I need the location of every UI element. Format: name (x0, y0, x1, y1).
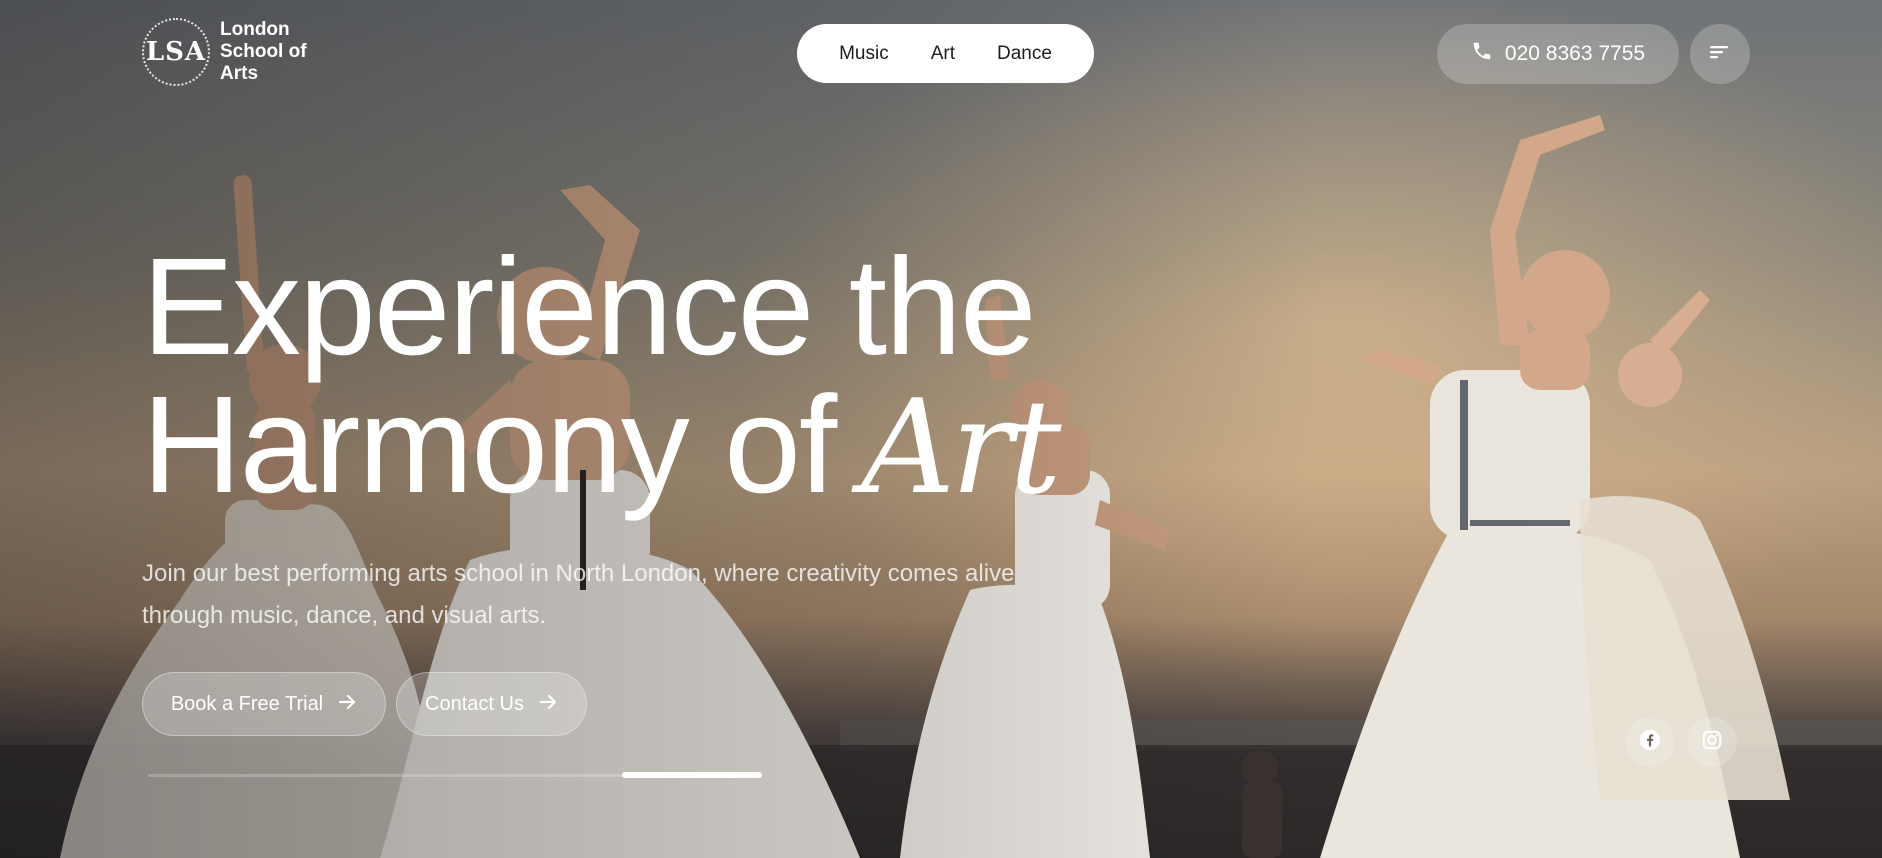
menu-lines-icon (1710, 44, 1730, 65)
phone-number: 020 8363 7755 (1504, 42, 1646, 65)
phone-icon (1471, 40, 1493, 68)
main-nav: Music Art Dance (797, 24, 1094, 83)
subtext-line-1: Join our best performing arts school in … (142, 560, 1015, 587)
hero-section: LSA London School of Arts Music Art Danc… (0, 0, 1882, 858)
menu-button[interactable] (1690, 24, 1750, 84)
facebook-button[interactable] (1625, 717, 1675, 767)
book-free-trial-button[interactable]: Book a Free Trial (142, 672, 386, 736)
headline-accent: Art (861, 371, 1061, 523)
nav-item-music[interactable]: Music (839, 43, 889, 65)
logo-mark: LSA (142, 18, 210, 86)
phone-button[interactable]: 020 8363 7755 (1437, 24, 1679, 84)
contact-us-label: Contact Us (425, 692, 524, 715)
nav-item-dance[interactable]: Dance (997, 43, 1052, 65)
logo-name: London School of Arts (220, 19, 307, 85)
nav-item-art[interactable]: Art (931, 43, 955, 65)
headline-line-1: Experience the (142, 230, 1037, 384)
instagram-button[interactable] (1687, 717, 1737, 767)
subtext-line-2: through music, dance, and visual arts. (142, 602, 547, 629)
arrow-right-icon (539, 693, 558, 716)
headline-line-2: Harmony of Art (142, 376, 1062, 516)
headline-text: Harmony of (142, 368, 837, 522)
logo-name-line: Arts (220, 63, 259, 84)
facebook-icon (1639, 729, 1661, 756)
slider-progress-indicator (622, 772, 762, 778)
hero-headline: Experience the Harmony of Art (142, 230, 1062, 516)
hero-subtext: Join our best performing arts school in … (142, 553, 1102, 637)
logo[interactable]: LSA London School of Arts (142, 18, 307, 86)
logo-name-line: London (220, 19, 290, 40)
contact-us-button[interactable]: Contact Us (396, 672, 587, 736)
logo-name-line: School of (220, 41, 307, 62)
arrow-right-icon (339, 693, 357, 716)
book-free-trial-label: Book a Free Trial (170, 692, 324, 715)
instagram-icon (1701, 729, 1723, 756)
